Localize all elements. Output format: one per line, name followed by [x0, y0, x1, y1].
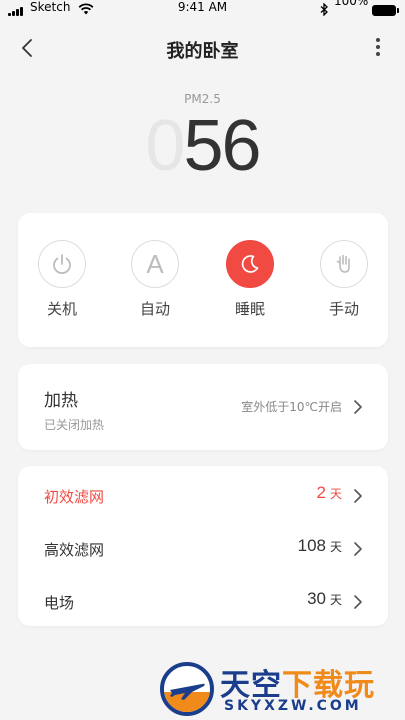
filter-days: 30 — [307, 589, 326, 608]
filter-unit: 天 — [329, 487, 342, 501]
filter-value: 2天 — [317, 483, 342, 503]
mode-power-label: 关机 — [46, 300, 77, 318]
filter-label: 高效滤网 — [44, 541, 105, 559]
mode-manual-button[interactable]: 手动 — [319, 240, 369, 319]
bluetooth-icon — [320, 3, 328, 16]
heating-card[interactable]: 加热 已关闭加热 室外低于10℃开启 — [18, 364, 388, 450]
filter-label: 电场 — [44, 594, 75, 612]
filter-row-hepa[interactable]: 高效滤网 108 天 — [18, 523, 388, 573]
chevron-right-icon — [354, 595, 362, 609]
filter-row-electric-field[interactable]: 电场 30 天 — [18, 576, 388, 626]
mode-auto-button[interactable]: A 自动 — [130, 240, 180, 319]
heating-title: 加热 — [44, 391, 78, 411]
filter-days: 108 — [297, 536, 326, 555]
mode-sleep-circle — [226, 240, 274, 288]
filters-card: 初效滤网 2天 高效滤网 108 天 电场 30 天 — [18, 466, 388, 626]
chevron-right-icon — [354, 400, 362, 414]
mode-sleep-button[interactable]: 睡眠 — [225, 240, 275, 319]
heating-status: 已关闭加热 — [44, 418, 105, 432]
pm-label: PM2.5 — [184, 92, 221, 106]
mode-sleep-label: 睡眠 — [234, 300, 265, 318]
mode-auto-circle: A — [131, 240, 179, 288]
mode-auto-label: 自动 — [139, 300, 170, 318]
page-title: 我的卧室 — [166, 41, 239, 62]
mode-manual-label: 手动 — [328, 300, 359, 318]
filter-days: 2 — [316, 483, 326, 502]
heating-note: 室外低于10℃开启 — [241, 400, 342, 414]
hand-icon — [336, 254, 350, 273]
battery-icon — [372, 5, 399, 16]
status-bar: Sketch 9:41 AM 100% — [0, 0, 405, 20]
mode-power-circle — [38, 240, 86, 288]
power-icon — [53, 254, 71, 275]
mode-manual-circle — [320, 240, 368, 288]
mode-card: 关机 A 自动 睡眠 手动 — [18, 213, 388, 347]
watermark-domain: SKYXZW.COM — [224, 698, 362, 714]
chevron-right-icon — [354, 542, 362, 556]
mode-power-button[interactable]: 关机 — [37, 240, 87, 319]
filter-unit: 天 — [329, 593, 342, 607]
filter-unit: 天 — [329, 540, 342, 554]
filter-label: 初效滤网 — [44, 488, 105, 506]
pm-value: 56 — [183, 106, 261, 186]
chevron-right-icon — [354, 489, 362, 503]
filter-row-primary[interactable]: 初效滤网 2天 — [18, 470, 388, 520]
more-options-icon[interactable] — [375, 38, 381, 58]
watermark-logo: 天空下载玩 SKYXZW.COM — [160, 660, 400, 718]
pm-reading: 056 — [0, 106, 405, 186]
filter-value: 30 天 — [307, 589, 342, 609]
plane-logo-icon — [160, 662, 214, 716]
letter-a-icon: A — [146, 248, 164, 279]
moon-icon — [241, 255, 259, 273]
pm-lead-digit: 0 — [145, 106, 185, 186]
filter-value: 108 天 — [298, 536, 342, 556]
battery-percent: 100% — [334, 0, 369, 8]
nav-bar: 我的卧室 — [0, 28, 405, 72]
